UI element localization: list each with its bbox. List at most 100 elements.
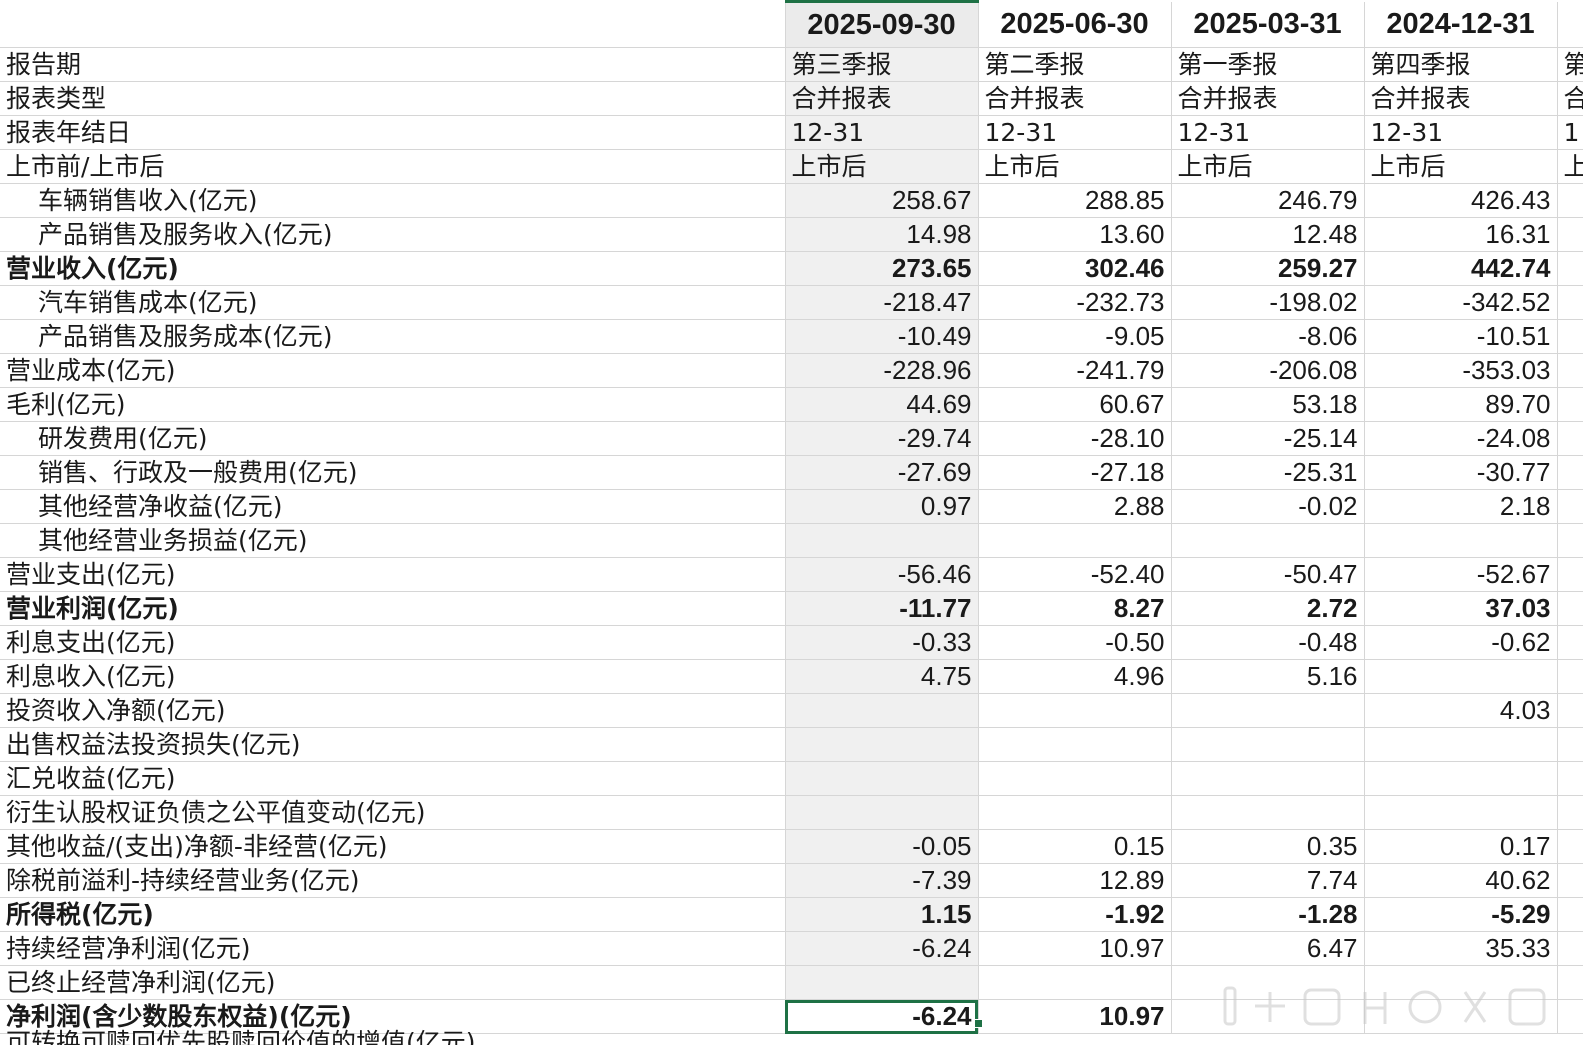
- row-label[interactable]: 所得税(亿元): [0, 897, 786, 932]
- row-label[interactable]: 营业收入(亿元): [0, 251, 786, 286]
- value-cell-clipped[interactable]: [1557, 353, 1583, 388]
- value-cell[interactable]: [978, 795, 1172, 830]
- value-cell[interactable]: -353.03: [1364, 353, 1558, 388]
- row-label[interactable]: 利息支出(亿元): [0, 625, 786, 660]
- value-cell[interactable]: [1364, 523, 1558, 558]
- cell-clipped[interactable]: 1: [1557, 115, 1583, 150]
- value-cell[interactable]: [1364, 761, 1558, 796]
- row-label[interactable]: 持续经营净利润(亿元): [0, 931, 786, 966]
- value-cell[interactable]: 5.16: [1171, 659, 1365, 694]
- row-label[interactable]: 营业支出(亿元): [0, 557, 786, 592]
- cell[interactable]: 第一季报: [1171, 47, 1365, 82]
- value-cell-clipped[interactable]: [1557, 761, 1583, 796]
- header-corner-cell[interactable]: [0, 1, 786, 48]
- cell[interactable]: 12-31: [785, 115, 979, 150]
- row-label[interactable]: 研发费用(亿元): [0, 421, 786, 456]
- value-cell[interactable]: [785, 965, 979, 1000]
- value-cell[interactable]: -24.08: [1364, 421, 1558, 456]
- value-cell[interactable]: 12.48: [1171, 217, 1365, 252]
- row-label[interactable]: 投资收入净额(亿元): [0, 693, 786, 728]
- value-cell[interactable]: -6.24: [785, 931, 979, 966]
- value-cell[interactable]: 10.97: [978, 931, 1172, 966]
- cell-clipped[interactable]: 合: [1557, 81, 1583, 116]
- value-cell-clipped[interactable]: [1557, 591, 1583, 626]
- value-cell[interactable]: -0.48: [1171, 625, 1365, 660]
- cell[interactable]: 上市后: [1171, 149, 1365, 184]
- cell[interactable]: 12-31: [1171, 115, 1365, 150]
- value-cell[interactable]: 7.74: [1171, 863, 1365, 898]
- value-cell[interactable]: [978, 965, 1172, 1000]
- row-label[interactable]: 其他收益/(支出)净额-非经营(亿元): [0, 829, 786, 864]
- row-label[interactable]: 汽车销售成本(亿元): [0, 285, 786, 320]
- value-cell[interactable]: 35.33: [1364, 931, 1558, 966]
- value-cell[interactable]: -1.92: [978, 897, 1172, 932]
- value-cell[interactable]: 0.17: [1364, 829, 1558, 864]
- column-header-date[interactable]: 2025-06-30: [978, 1, 1172, 48]
- value-cell[interactable]: [1364, 965, 1558, 1000]
- value-cell[interactable]: 426.43: [1364, 183, 1558, 218]
- value-cell[interactable]: -11.77: [785, 591, 979, 626]
- value-cell[interactable]: [785, 523, 979, 558]
- value-cell[interactable]: -7.39: [785, 863, 979, 898]
- row-label[interactable]: 报表类型: [0, 81, 786, 116]
- value-cell[interactable]: [1171, 693, 1365, 728]
- column-header-date[interactable]: 2025-09-30: [785, 0, 979, 48]
- value-cell[interactable]: -0.50: [978, 625, 1172, 660]
- row-label[interactable]: 其他经营业务损益(亿元): [0, 523, 786, 558]
- cell[interactable]: 12-31: [1364, 115, 1558, 150]
- cell[interactable]: 第二季报: [978, 47, 1172, 82]
- value-cell-clipped[interactable]: [1557, 387, 1583, 422]
- value-cell[interactable]: -228.96: [785, 353, 979, 388]
- value-cell-clipped[interactable]: [1557, 795, 1583, 830]
- value-cell[interactable]: 288.85: [978, 183, 1172, 218]
- row-label[interactable]: 上市前/上市后: [0, 149, 786, 184]
- value-cell[interactable]: [1171, 965, 1365, 1000]
- value-cell-clipped[interactable]: [1557, 829, 1583, 864]
- value-cell[interactable]: 12.89: [978, 863, 1172, 898]
- value-cell[interactable]: -56.46: [785, 557, 979, 592]
- value-cell[interactable]: 4.75: [785, 659, 979, 694]
- value-cell[interactable]: 40.62: [1364, 863, 1558, 898]
- row-label[interactable]: 销售、行政及一般费用(亿元): [0, 455, 786, 490]
- value-cell[interactable]: -0.05: [785, 829, 979, 864]
- row-label[interactable]: 报表年结日: [0, 115, 786, 150]
- value-cell[interactable]: 273.65: [785, 251, 979, 286]
- value-cell[interactable]: 258.67: [785, 183, 979, 218]
- row-label[interactable]: 营业利润(亿元): [0, 591, 786, 626]
- value-cell[interactable]: -241.79: [978, 353, 1172, 388]
- column-header-date[interactable]: 2024-12-31: [1364, 1, 1558, 48]
- value-cell[interactable]: -27.18: [978, 455, 1172, 490]
- row-label[interactable]: 报告期: [0, 47, 786, 82]
- value-cell-clipped[interactable]: [1557, 727, 1583, 762]
- value-cell[interactable]: [1171, 795, 1365, 830]
- row-label[interactable]: 产品销售及服务收入(亿元): [0, 217, 786, 252]
- value-cell[interactable]: -52.67: [1364, 557, 1558, 592]
- value-cell[interactable]: 259.27: [1171, 251, 1365, 286]
- cell-clipped[interactable]: 上: [1557, 149, 1583, 184]
- value-cell[interactable]: [1364, 795, 1558, 830]
- cell[interactable]: 合并报表: [1364, 81, 1558, 116]
- column-header-date-clipped[interactable]: [1557, 1, 1583, 48]
- value-cell[interactable]: [785, 693, 979, 728]
- value-cell[interactable]: [978, 727, 1172, 762]
- value-cell[interactable]: [1171, 761, 1365, 796]
- value-cell[interactable]: 0.15: [978, 829, 1172, 864]
- value-cell-clipped[interactable]: [1557, 421, 1583, 456]
- value-cell-clipped[interactable]: [1557, 557, 1583, 592]
- value-cell[interactable]: [785, 727, 979, 762]
- value-cell-clipped[interactable]: [1557, 659, 1583, 694]
- value-cell[interactable]: 13.60: [978, 217, 1172, 252]
- value-cell-clipped[interactable]: [1557, 965, 1583, 1000]
- value-cell[interactable]: 14.98: [785, 217, 979, 252]
- row-label[interactable]: 毛利(亿元): [0, 387, 786, 422]
- value-cell[interactable]: -198.02: [1171, 285, 1365, 320]
- value-cell[interactable]: -0.02: [1171, 489, 1365, 524]
- value-cell-clipped[interactable]: [1557, 455, 1583, 490]
- value-cell[interactable]: 37.03: [1364, 591, 1558, 626]
- value-cell[interactable]: 4.03: [1364, 693, 1558, 728]
- value-cell[interactable]: [1171, 523, 1365, 558]
- value-cell[interactable]: 53.18: [1171, 387, 1365, 422]
- value-cell-clipped[interactable]: [1557, 897, 1583, 932]
- value-cell[interactable]: -29.74: [785, 421, 979, 456]
- value-cell[interactable]: -28.10: [978, 421, 1172, 456]
